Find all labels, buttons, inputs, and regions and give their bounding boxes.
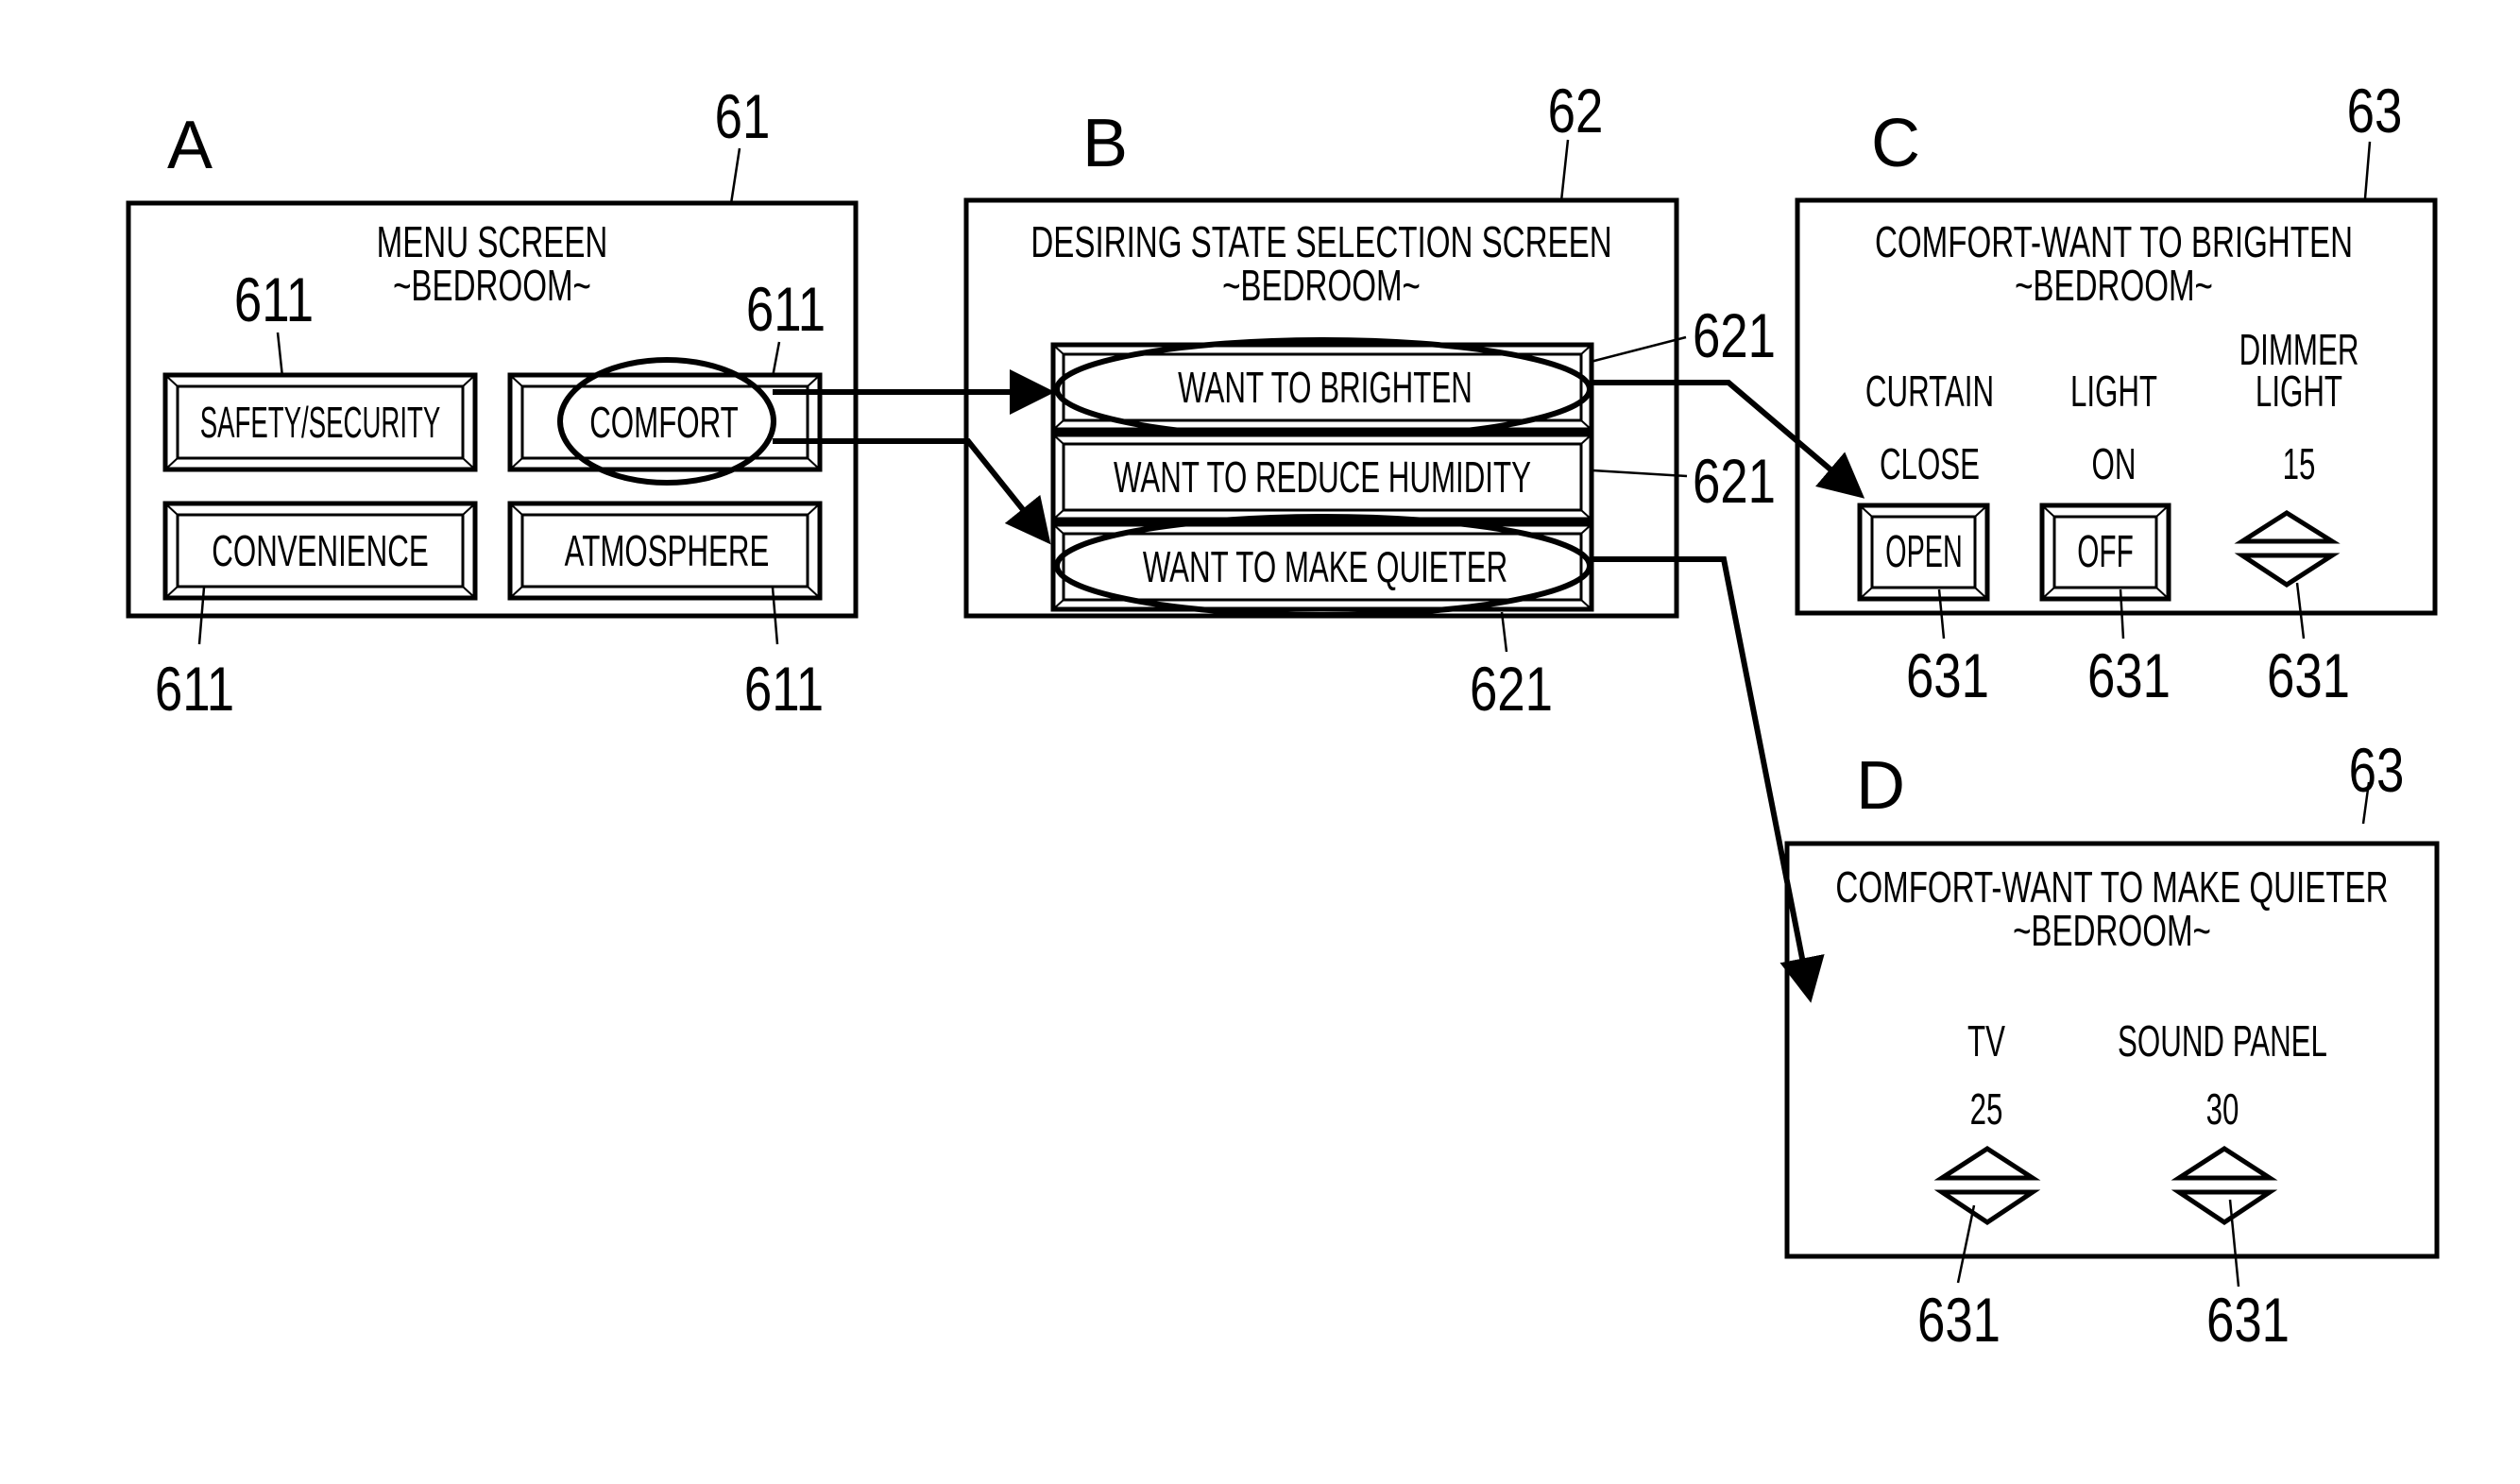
device-name-tv: TV [1967,1017,2006,1066]
screen-d-group: D 63 COMFORT-WANT TO MAKE QUIETER ~BEDRO… [1784,735,2440,1355]
ref-631-dimmer: 631 [2267,640,2350,710]
ref-62: 62 [1548,76,1604,145]
screen-a-group: A 61 MENU SCREEN ~BEDROOM~ SAFETY/SECURI… [126,81,859,724]
leader-61 [728,147,741,211]
selection-screen-room: ~BEDROOM~ [1222,263,1421,310]
device-state-light: ON [2092,440,2137,488]
figure-label-b: B [1082,106,1128,181]
quieter-screen-title: COMFORT-WANT TO MAKE QUIETER [1835,864,2388,912]
device-state-tv: 25 [1970,1085,2003,1134]
ref-63-c: 63 [2347,76,2403,145]
arrow-quieter-to-screen-d [1591,556,1825,1003]
selection-screen-title: DESIRING STATE SELECTION SCREEN [1030,219,1611,266]
ref-611-convenience: 611 [155,654,234,724]
selection-button-want-to-reduce-humidity[interactable]: WANT TO REDUCE HUMIDITY [1050,432,1594,522]
figure-label-d: D [1856,748,1905,824]
selection-button-label: WANT TO MAKE QUIETER [1143,543,1507,591]
ref-631-off: 631 [2087,640,2171,710]
menu-button-label: COMFORT [589,399,739,447]
device-state-dimmer: 15 [2283,440,2316,488]
ref-621-quieter: 621 [1470,654,1553,724]
light-off-button[interactable]: OFF [2039,503,2171,602]
control-label: OFF [2077,527,2133,577]
brighten-screen-title: COMFORT-WANT TO BRIGHTEN [1875,219,2353,266]
control-label: OPEN [1885,527,1963,577]
selection-button-want-to-brighten[interactable]: WANT TO BRIGHTEN [1050,337,1594,441]
menu-button-label: ATMOSPHERE [565,527,770,575]
menu-button-convenience[interactable]: CONVENIENCE [162,501,478,601]
ref-63-d: 63 [2349,735,2405,805]
menu-screen-title: MENU SCREEN [377,219,608,266]
screen-b-group: B 62 DESIRING STATE SELECTION SCREEN ~BE… [963,76,1776,724]
device-name-light: LIGHT [2070,367,2157,416]
ref-621-humidity: 621 [1693,446,1776,516]
patent-figure: A 61 MENU SCREEN ~BEDROOM~ SAFETY/SECURI… [126,76,2440,1355]
ref-611-safety: 611 [234,264,314,334]
figure-label-a: A [167,108,213,183]
menu-screen-room: ~BEDROOM~ [393,263,591,310]
brighten-screen-room: ~BEDROOM~ [2015,263,2213,310]
device-name-curtain: CURTAIN [1865,367,1994,416]
ref-631-tv: 631 [1917,1285,2001,1355]
device-state-sound-panel: 30 [2206,1085,2239,1134]
quieter-screen-room: ~BEDROOM~ [2013,908,2211,955]
ref-621-brighten: 621 [1693,300,1776,370]
curtain-open-button[interactable]: OPEN [1857,503,1990,602]
menu-button-comfort[interactable]: COMFORT [507,357,823,486]
menu-button-safety-security[interactable]: SAFETY/SECURITY [162,372,478,472]
selection-button-label: WANT TO BRIGHTEN [1178,364,1473,412]
device-state-curtain: CLOSE [1880,440,1980,488]
device-name-sound-panel: SOUND PANEL [2118,1017,2327,1066]
screen-c-group: C 63 COMFORT-WANT TO BRIGHTEN ~BEDROOM~ … [1795,76,2438,710]
menu-button-atmosphere[interactable]: ATMOSPHERE [507,501,823,601]
device-name-dimmer-line2: LIGHT [2256,367,2342,416]
menu-button-label: CONVENIENCE [212,527,428,575]
ref-631-sound-panel: 631 [2206,1285,2290,1355]
menu-button-label: SAFETY/SECURITY [200,400,441,448]
figure-label-c: C [1871,106,1920,181]
ref-611-atmosphere: 611 [744,654,824,724]
ref-631-open: 631 [1906,640,1989,710]
ref-611-comfort: 611 [746,274,826,344]
selection-button-label: WANT TO REDUCE HUMIDITY [1114,453,1531,502]
ref-61: 61 [715,81,771,151]
selection-button-want-to-make-quieter[interactable]: WANT TO MAKE QUIETER [1050,514,1594,618]
